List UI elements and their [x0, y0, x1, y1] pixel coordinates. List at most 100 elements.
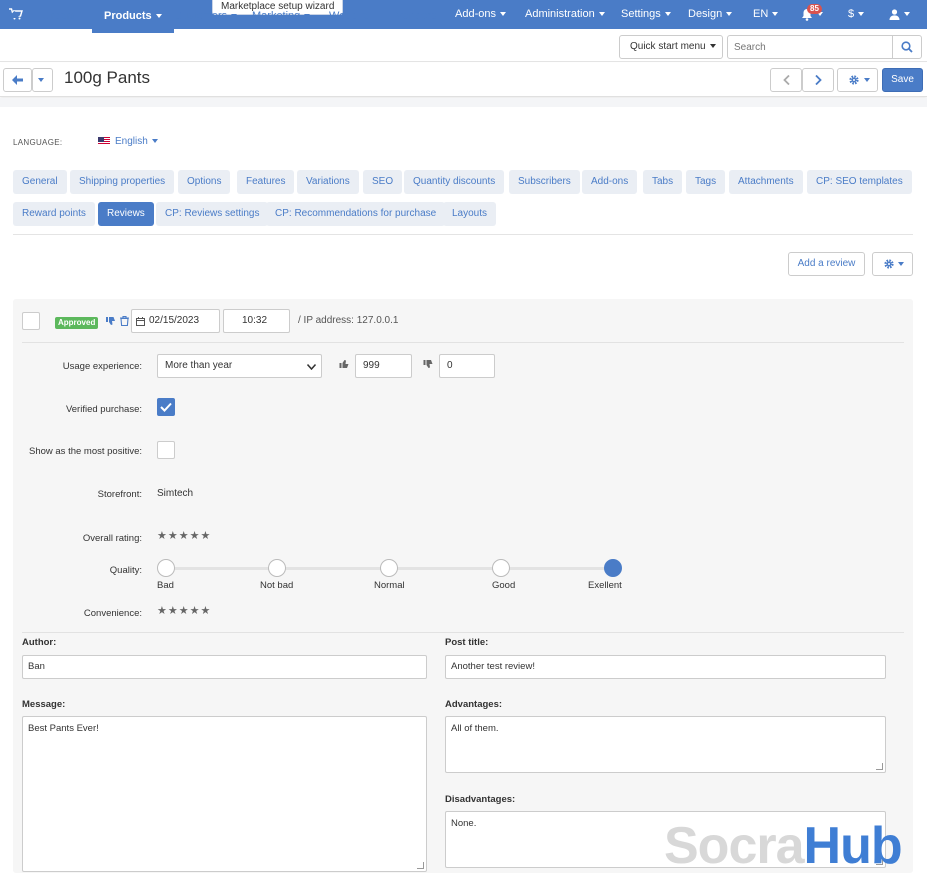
- menu-language[interactable]: EN: [753, 0, 779, 29]
- settings-dropdown-button[interactable]: [837, 68, 878, 92]
- convenience-label: Convenience:: [83, 608, 142, 619]
- tab-options[interactable]: Options: [178, 170, 231, 194]
- menu-language-label: EN: [753, 8, 769, 20]
- menu-currency[interactable]: $: [848, 0, 865, 29]
- quality-option-exellent[interactable]: [604, 559, 622, 577]
- verified-purchase-label: Verified purchase:: [65, 404, 142, 415]
- tab-cp-reviews-settings[interactable]: CP: Reviews settings: [156, 202, 269, 226]
- nav-vendors-label: Vendors: [396, 10, 437, 22]
- nav-products[interactable]: Products: [92, 0, 174, 33]
- advantages-label: Advantages:: [445, 699, 503, 710]
- post-title-input[interactable]: Another test review!: [445, 655, 886, 679]
- home-link[interactable]: [9, 0, 20, 33]
- tab-layouts[interactable]: Layouts: [443, 202, 497, 226]
- nav-website-label: Website: [329, 10, 369, 22]
- overall-rating-label: Overall rating:: [82, 533, 142, 544]
- save-button[interactable]: Save: [882, 68, 923, 92]
- caret-down-icon: [372, 14, 379, 19]
- status-badge: Approved: [55, 317, 99, 329]
- overall-rating-stars[interactable]: ★★★★★: [157, 529, 211, 542]
- quality-option-not-bad[interactable]: [268, 559, 286, 577]
- most-positive-checkbox[interactable]: [157, 441, 175, 459]
- language-label: LANGUAGE:: [13, 138, 63, 147]
- caret-down-icon: [440, 14, 447, 19]
- chevron-left-icon: [783, 75, 790, 85]
- add-review-button[interactable]: Add a review: [788, 252, 865, 276]
- tab-seo[interactable]: SEO: [363, 170, 403, 194]
- tab-shipping-properties[interactable]: Shipping properties: [70, 170, 175, 194]
- caret-down-icon: [151, 139, 158, 144]
- trash-icon[interactable]: [120, 316, 129, 326]
- menu-design[interactable]: Design: [688, 0, 733, 29]
- next-product-button[interactable]: [802, 68, 834, 92]
- reviews-settings-dropdown[interactable]: [872, 252, 913, 276]
- quick-start-menu-button[interactable]: Quick start menu: [619, 35, 723, 59]
- caret-down-icon: [858, 12, 865, 17]
- caret-down-icon: [38, 78, 44, 82]
- disadvantages-value: None.: [451, 818, 477, 829]
- search-input[interactable]: [727, 35, 893, 59]
- tab-reviews[interactable]: Reviews: [98, 202, 154, 226]
- usage-experience-select[interactable]: More than year: [157, 354, 322, 378]
- menu-settings[interactable]: Settings: [621, 0, 671, 29]
- most-positive-label: Show as the most positive:: [29, 446, 142, 457]
- nav-website[interactable]: Website: [329, 0, 379, 33]
- caret-down-icon: [598, 12, 605, 17]
- search-button[interactable]: [892, 35, 922, 59]
- post-title-label: Post title:: [445, 637, 489, 648]
- review-select-checkbox[interactable]: [22, 312, 40, 330]
- caret-down-icon: [726, 12, 733, 17]
- tab-features[interactable]: Features: [237, 170, 295, 194]
- thumbs-down-icon: [423, 360, 433, 368]
- menu-administration-label: Administration: [525, 8, 595, 20]
- quality-label-bad: Bad: [157, 580, 174, 591]
- quality-option-bad[interactable]: [157, 559, 175, 577]
- convenience-stars[interactable]: ★★★★★: [157, 604, 211, 617]
- tab-quantity-discounts[interactable]: Quantity discounts: [404, 170, 505, 194]
- language-selector[interactable]: English: [98, 136, 158, 147]
- quality-option-normal[interactable]: [380, 559, 398, 577]
- back-history-dropdown[interactable]: [32, 68, 53, 92]
- notifications-badge: 85: [807, 4, 822, 14]
- author-input[interactable]: Ban: [22, 655, 427, 679]
- review-date-input[interactable]: 02/15/2023: [131, 309, 220, 333]
- nav-customers[interactable]: Customers: [174, 0, 238, 33]
- caret-down-icon: [304, 14, 311, 19]
- resize-handle[interactable]: [417, 862, 424, 869]
- menu-settings-label: Settings: [621, 8, 661, 20]
- tab-variations[interactable]: Variations: [297, 170, 359, 194]
- resize-handle[interactable]: [876, 763, 883, 770]
- tab-tabs[interactable]: Tabs: [643, 170, 683, 194]
- back-button[interactable]: [3, 68, 32, 92]
- menu-add-ons-label: Add-ons: [455, 8, 496, 20]
- advantages-textarea[interactable]: All of them.: [445, 716, 886, 773]
- tab-reward-points[interactable]: Reward points: [13, 202, 95, 226]
- review-time-input[interactable]: 10:32: [223, 309, 290, 333]
- nav-vendors[interactable]: Vendors: [396, 0, 447, 33]
- verified-purchase-checkbox[interactable]: [157, 398, 175, 416]
- nav-products-label: Products: [104, 10, 152, 22]
- user-menu[interactable]: [889, 0, 910, 29]
- message-textarea[interactable]: Best Pants Ever!: [22, 716, 427, 872]
- menu-currency-label: $: [848, 8, 855, 20]
- nav-orders[interactable]: Orders: [42, 0, 86, 33]
- menu-add-ons[interactable]: Add-ons: [455, 0, 506, 29]
- tab-add-ons[interactable]: Add-ons: [582, 170, 638, 194]
- thumbs-down-icon[interactable]: [106, 316, 116, 326]
- quality-option-good[interactable]: [492, 559, 510, 577]
- menu-administration[interactable]: Administration: [525, 0, 605, 29]
- nav-marketing[interactable]: Marketing: [252, 0, 311, 33]
- storefront-label: Storefront:: [97, 489, 142, 500]
- prev-product-button[interactable]: [770, 68, 802, 92]
- tab-tags[interactable]: Tags: [686, 170, 726, 194]
- tab-attachments[interactable]: Attachments: [729, 170, 803, 194]
- dislikes-input[interactable]: 0: [439, 354, 495, 378]
- chevron-right-icon: [815, 75, 822, 85]
- tab-subscribers[interactable]: Subscribers: [509, 170, 580, 194]
- arrow-left-icon: [12, 75, 23, 85]
- tab-cp-recommendations[interactable]: CP: Recommendations for purchase: [266, 202, 446, 226]
- likes-input[interactable]: 999: [355, 354, 412, 378]
- tab-cp-seo-templates[interactable]: CP: SEO templates: [807, 170, 912, 194]
- tab-general[interactable]: General: [13, 170, 67, 194]
- caret-down-icon: [772, 12, 779, 17]
